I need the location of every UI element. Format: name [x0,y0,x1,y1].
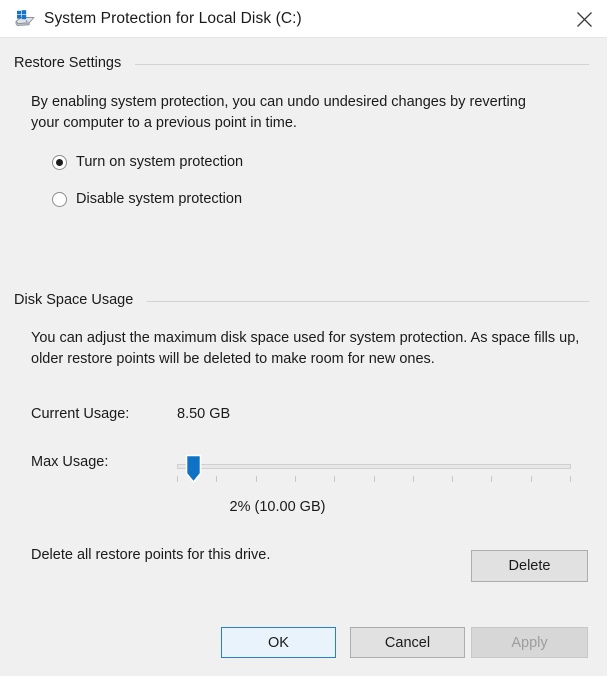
slider-tick [570,476,571,482]
close-button[interactable] [561,0,607,38]
radio-disable-system-protection[interactable]: Disable system protection [52,191,242,207]
disk-space-usage-rule [147,300,589,302]
radio-turn-on-system-protection[interactable]: Turn on system protection [52,154,243,170]
slider-tick [374,476,375,482]
cancel-button[interactable]: Cancel [350,627,465,658]
slider-tick [531,476,532,482]
apply-button[interactable]: Apply [471,627,588,658]
slider-tick [452,476,453,482]
slider-track[interactable] [177,464,571,469]
slider-tick [295,476,296,482]
max-usage-slider[interactable] [177,454,571,493]
current-usage-label: Current Usage: [31,406,130,422]
restore-settings-group-header: Restore Settings [14,55,589,71]
disk-space-usage-group-header: Disk Space Usage [14,292,589,308]
close-icon [576,11,592,27]
disk-space-usage-label: Disk Space Usage [14,292,134,308]
title-bar: System Protection for Local Disk (C:) [0,0,607,38]
hard-drive-icon [14,9,36,29]
slider-tick [491,476,492,482]
radio-button-unselected-icon [52,191,67,207]
ok-button[interactable]: OK [221,627,336,658]
slider-thumb[interactable] [185,454,202,484]
max-usage-value: 2% (10.00 GB) [229,499,326,515]
restore-settings-label: Restore Settings [14,55,122,71]
max-usage-label: Max Usage: [31,454,109,470]
window-title: System Protection for Local Disk (C:) [44,10,302,27]
current-usage-value: 8.50 GB [177,406,231,422]
radio-button-selected-icon [52,154,67,170]
slider-tick [177,476,178,482]
radio-disable-label: Disable system protection [76,191,243,207]
slider-tick [256,476,257,482]
restore-settings-description: By enabling system protection, you can u… [31,94,526,131]
disk-space-usage-description: You can adjust the maximum disk space us… [31,330,580,367]
radio-turn-on-label: Turn on system protection [76,154,244,170]
slider-tick [334,476,335,482]
slider-tick [216,476,217,482]
restore-settings-rule [135,63,589,65]
delete-restore-points-text: Delete all restore points for this drive… [31,547,271,563]
slider-tick [413,476,414,482]
slider-tick-marks [177,476,571,483]
delete-button[interactable]: Delete [471,550,588,582]
